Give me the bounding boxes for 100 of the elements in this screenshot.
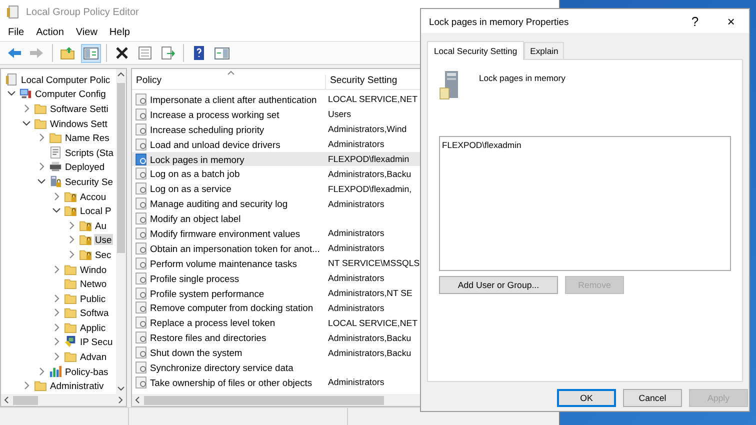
folder-icon (64, 262, 77, 276)
help-button[interactable]: ? (677, 14, 713, 28)
tree-item[interactable]: Name Res (64, 132, 110, 144)
member-item[interactable]: FLEXPOD\flexadmin (442, 140, 522, 150)
dialog-title: Lock pages in memory Properties (429, 16, 570, 26)
policy-row[interactable]: Increase scheduling priority Administrators,Wind (132, 122, 558, 137)
security-setting: Administrators (327, 243, 384, 254)
tree-item[interactable]: Windows Sett (49, 118, 108, 129)
tree-item[interactable]: Netwo (79, 278, 108, 290)
folder-icon (64, 292, 77, 305)
policy-icon (135, 182, 148, 196)
tree-item[interactable]: Local P (79, 205, 112, 216)
policy-name: Restore files and directories (150, 332, 266, 344)
tree-item[interactable]: Sec (94, 248, 112, 260)
locked-folder-icon (79, 233, 92, 246)
tree-item[interactable]: Deployed (64, 161, 106, 172)
tree-item[interactable]: Local Computer Polic (20, 74, 112, 85)
security-setting: Administrators,Backu (327, 348, 412, 358)
tree-item[interactable]: Advan (79, 351, 108, 362)
policy-icon (135, 346, 148, 360)
computer-lock-icon (49, 174, 62, 188)
policy-name: Increase scheduling priority (150, 124, 264, 135)
tree-item[interactable]: Security Se (64, 176, 114, 187)
security-setting: Administrators (327, 273, 384, 284)
policy-heading: Lock pages in memory (479, 72, 566, 83)
tree-item[interactable]: Scripts (Sta (64, 146, 114, 158)
policy-row[interactable]: Restore files and directories Administrators,Backu (132, 330, 558, 346)
dialog-button[interactable]: Cancel (623, 389, 682, 407)
policy-icon (135, 360, 148, 374)
policy-icon (135, 286, 148, 300)
horizontal-scrollbar[interactable] (1, 394, 126, 406)
policy-name: Load and unload device drivers (150, 138, 280, 150)
menu-item[interactable]: Help (103, 27, 136, 38)
tree-item[interactable]: Applic (79, 322, 107, 333)
printer-icon (49, 160, 62, 174)
folder-up-icon (60, 45, 76, 61)
menu-item[interactable]: File (2, 27, 30, 38)
security-setting: Administrators (327, 139, 384, 150)
tree-item[interactable]: IP Secu (79, 336, 114, 348)
tree-item[interactable]: Accou (79, 190, 108, 202)
policy-name: Obtain an impersonation token for anot... (150, 242, 320, 254)
scroll-left-icon[interactable] (134, 396, 140, 404)
policy-document-icon (5, 72, 18, 86)
computer-icon (19, 87, 32, 100)
tree-item[interactable]: Windo (79, 264, 108, 275)
expanded-chevron-icon[interactable] (21, 118, 32, 128)
tree-item[interactable]: Policy-bas (64, 366, 110, 377)
export-list-icon (160, 45, 176, 61)
tree-item[interactable]: Software Setti (49, 102, 110, 114)
policy-icon (135, 167, 148, 180)
add-button[interactable]: Add User or Group... (439, 276, 558, 294)
app-icon (6, 5, 20, 19)
delete-icon (114, 45, 130, 61)
close-button[interactable]: × (713, 14, 749, 28)
tree-item[interactable]: Public (79, 292, 107, 304)
security-setting: Administrators (327, 302, 384, 313)
policy-icon (135, 108, 148, 121)
tree-item[interactable]: Administrativ (49, 380, 105, 392)
back-arrow-icon (6, 45, 22, 61)
policy-row[interactable]: Replace a process level token LOCAL SERVICE,NET (132, 315, 558, 330)
policy-name: Profile system performance (150, 288, 264, 299)
scroll-down-icon[interactable] (117, 386, 125, 392)
column-header[interactable]: Security Setting (326, 75, 402, 89)
scroll-right-icon[interactable] (118, 396, 124, 404)
tree-item[interactable]: Use (94, 234, 113, 246)
window-title: Local Group Policy Editor (26, 6, 139, 18)
members-list[interactable]: FLEXPOD\flexadmin (439, 136, 731, 271)
menu-item[interactable]: View (70, 27, 104, 38)
column-header[interactable]: Policy (132, 75, 326, 89)
dialog-button[interactable]: OK (557, 389, 616, 407)
security-setting: Administrators,Backu (327, 332, 412, 343)
tree-pane-icon (83, 45, 99, 61)
menu-item[interactable]: Action (30, 27, 70, 38)
tree-item[interactable]: Au (94, 220, 108, 231)
folder-icon (64, 320, 77, 334)
scrollbar-thumb[interactable] (144, 396, 384, 404)
policy-row[interactable]: Synchronize directory service data (132, 360, 558, 375)
policy-row[interactable]: Impersonate a client after authentication LOCAL SERVICE,NET (132, 92, 558, 107)
policy-row[interactable]: Take ownership of files or other objects Administrators (132, 374, 558, 390)
tree-item[interactable]: Softwa (79, 307, 110, 318)
scroll-left-icon[interactable] (3, 396, 9, 404)
folder-icon (64, 306, 77, 320)
scrollbar-thumb[interactable] (13, 396, 38, 404)
policy-name: Impersonate a client after authentication (150, 94, 317, 105)
policy-name: Take ownership of files or other objects (150, 376, 312, 388)
folder-icon (49, 131, 62, 144)
tree-item[interactable]: Computer Config (34, 88, 107, 100)
policy-row[interactable]: Remove computer from docking station Administrators (132, 300, 558, 316)
tab[interactable]: Local Security Setting (427, 41, 524, 60)
vertical-scrollbar[interactable] (116, 69, 126, 394)
policy-row[interactable]: Increase a process working set Users (132, 106, 558, 122)
tab[interactable]: Explain (524, 42, 564, 59)
scrollbar-thumb[interactable] (117, 83, 125, 253)
expanded-chevron-icon[interactable] (36, 176, 47, 186)
expanded-chevron-icon[interactable] (6, 89, 17, 98)
security-setting: Administrators,Backu (327, 168, 412, 179)
scroll-up-icon[interactable] (117, 71, 125, 77)
policy-row[interactable]: Shut down the system Administrators,Backu (132, 345, 558, 360)
expanded-chevron-icon[interactable] (51, 206, 62, 216)
network-shield-icon (64, 335, 77, 348)
